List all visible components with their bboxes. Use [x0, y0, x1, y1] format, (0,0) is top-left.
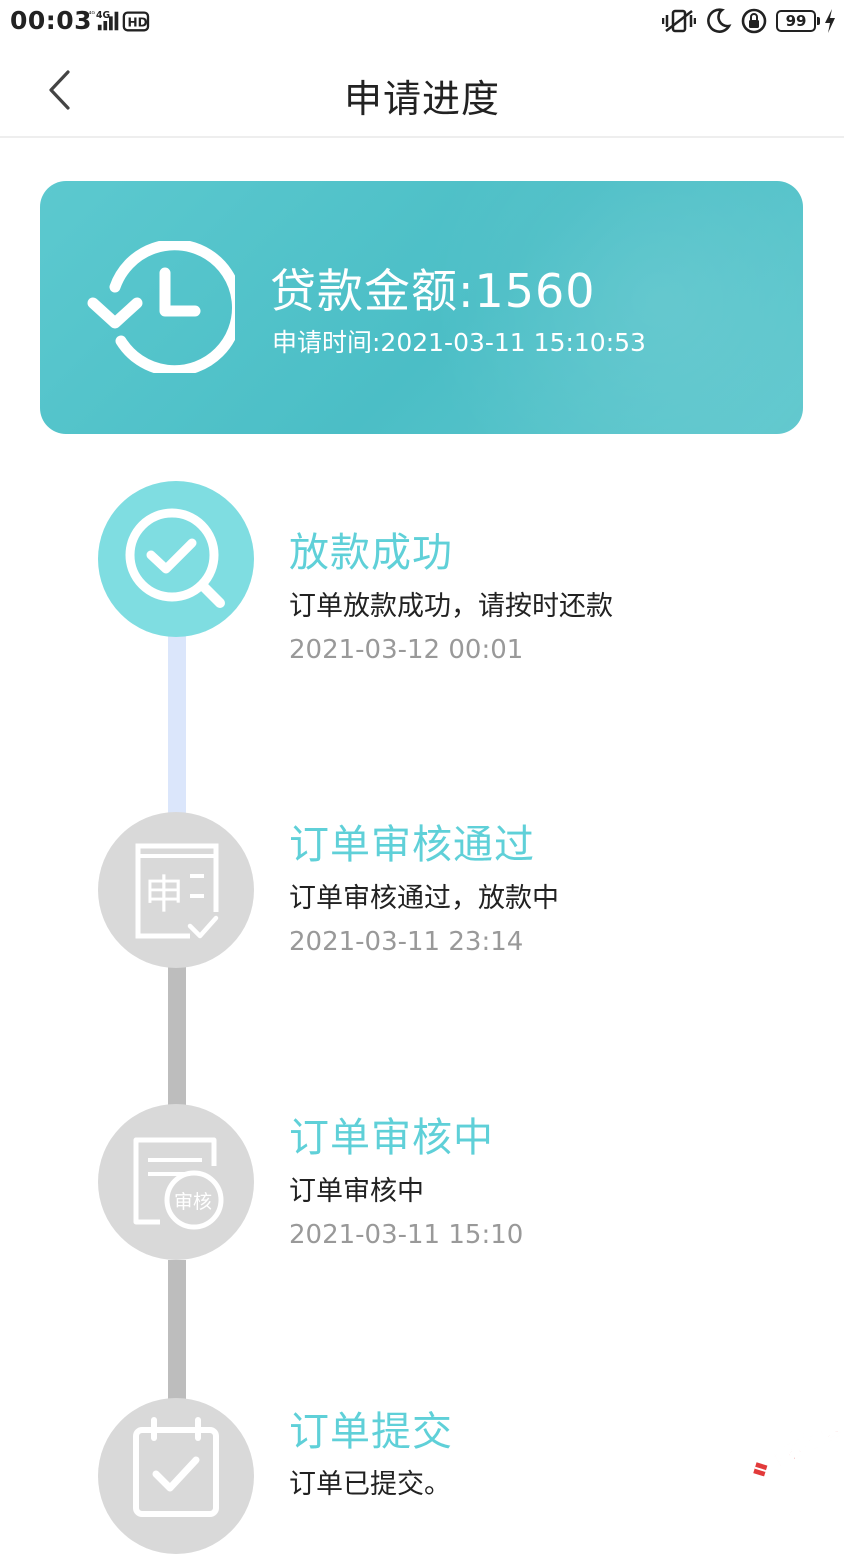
- timeline-connector: [168, 966, 186, 1106]
- moon-icon: [707, 8, 732, 33]
- step-date: 2021-03-11 15:10: [289, 1220, 524, 1250]
- nav-bar: 申请进度: [0, 44, 844, 138]
- step-date: 2021-03-12 00:01: [289, 635, 524, 665]
- step-title: 放款成功: [289, 530, 453, 576]
- timeline-connector-active: [168, 636, 186, 814]
- svg-text:HD: HD: [128, 16, 148, 30]
- order-submitted-icon: [133, 1417, 219, 1517]
- vibrate-icon: [662, 9, 696, 33]
- svg-text:4G: 4G: [96, 10, 110, 21]
- step-title: 订单审核通过: [289, 822, 535, 868]
- svg-text:卡农社区: 卡农社区: [763, 1418, 844, 1474]
- timeline-connector: [168, 1260, 186, 1400]
- page-title: 申请进度: [343, 77, 500, 121]
- loan-success-icon: [125, 508, 225, 608]
- loan-summary-card: 贷款金额:1560 申请时间:2021-03-11 15:10:53: [40, 181, 803, 434]
- battery-icon: 99: [776, 10, 820, 32]
- status-time: 00:03: [10, 6, 93, 35]
- step-title: 订单提交: [289, 1409, 453, 1455]
- step-icon-circle: 审核: [98, 1104, 254, 1260]
- signal-4g-hd-icon: ⁴ᴳ 4G HD: [89, 9, 150, 32]
- step-title: 订单审核中: [289, 1115, 494, 1161]
- step-date: 2021-03-11 23:14: [289, 927, 524, 957]
- community-watermark: 卡农社区: [753, 1418, 844, 1477]
- step-desc: 订单审核中: [289, 1176, 424, 1207]
- review-approved-icon: 申: [135, 843, 219, 939]
- svg-text:申: 申: [144, 872, 184, 918]
- svg-text:审核: 审核: [174, 1191, 212, 1213]
- step-desc: 订单放款成功，请按时还款: [289, 591, 613, 622]
- step-icon-circle: 申: [98, 812, 254, 968]
- charging-icon: [825, 9, 835, 33]
- loan-amount: 贷款金额:1560: [270, 264, 596, 318]
- rotation-lock-icon: [741, 8, 767, 34]
- step-icon-circle: [98, 481, 254, 637]
- status-bar: 00:03 ⁴ᴳ 4G HD 99: [0, 0, 844, 44]
- step-icon-circle: [98, 1398, 254, 1554]
- battery-level: 99: [785, 12, 807, 30]
- step-desc: 订单已提交。: [289, 1469, 451, 1500]
- step-desc: 订单审核通过，放款中: [289, 883, 559, 914]
- svg-text:⁴ᴳ: ⁴ᴳ: [89, 9, 96, 18]
- status-icons: 99: [662, 6, 836, 36]
- under-review-icon: 审核: [133, 1137, 224, 1230]
- apply-time: 申请时间:2021-03-11 15:10:53: [272, 328, 646, 357]
- history-clock-icon: [87, 241, 235, 373]
